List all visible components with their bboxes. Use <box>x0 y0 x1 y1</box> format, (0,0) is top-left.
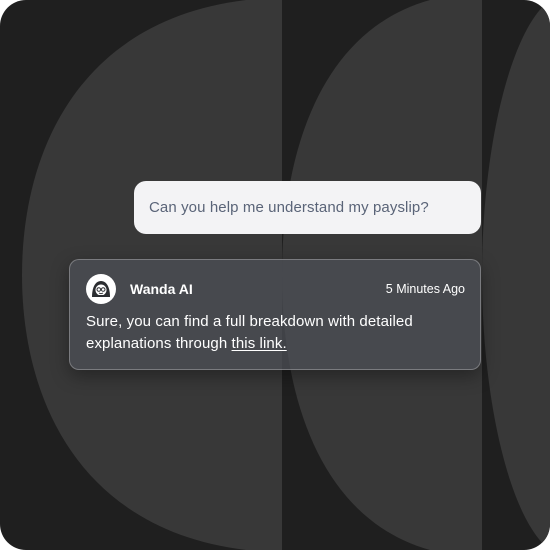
ai-message-text: Sure, you can find a full breakdown with… <box>86 311 466 355</box>
payslip-breakdown-link[interactable]: this link. <box>232 335 287 352</box>
user-message-text: Can you help me understand my payslip? <box>149 199 429 216</box>
ai-sender-name: Wanda AI <box>130 281 193 297</box>
ai-message-card: Wanda AI 5 Minutes Ago Sure, you can fin… <box>69 259 481 370</box>
wanda-avatar-icon <box>86 274 116 304</box>
message-timestamp: 5 Minutes Ago <box>385 282 465 296</box>
user-message-bubble: Can you help me understand my payslip? <box>134 181 481 234</box>
chat-preview-frame: Can you help me understand my payslip? W… <box>0 0 550 550</box>
